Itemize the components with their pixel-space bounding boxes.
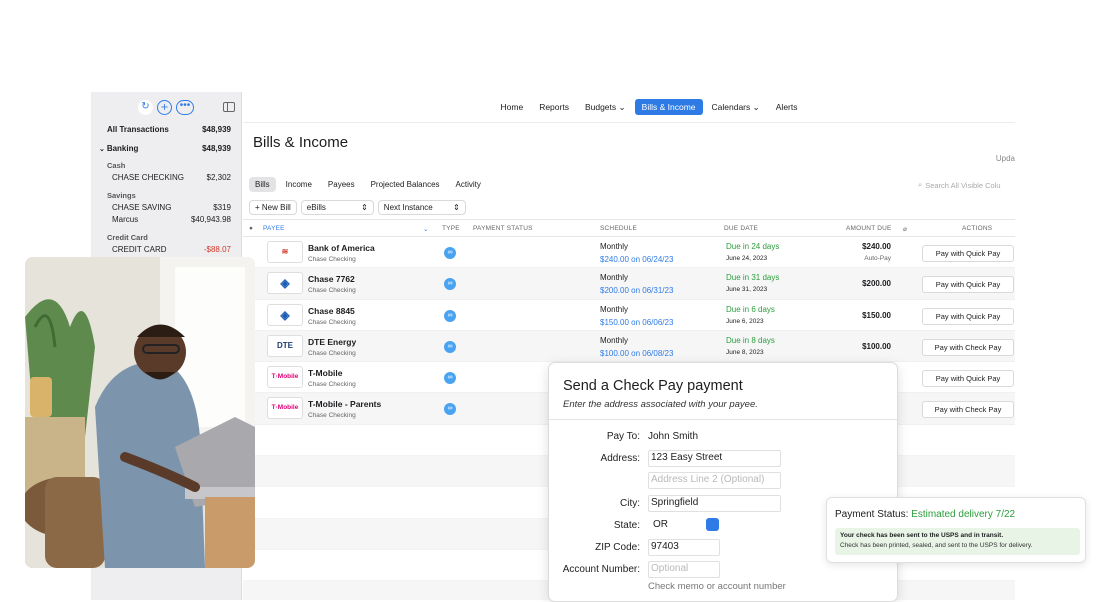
tab-activity[interactable]: Activity (450, 177, 487, 192)
t-mobile-logo: T·Mobile (267, 397, 303, 420)
nav-calendars[interactable]: Calendars ⌄ (705, 99, 767, 116)
top-nav: Home Reports Budgets ⌄ Bills & Income Ca… (243, 92, 1015, 123)
update-text: Upda (995, 154, 1015, 163)
pay-to-value: John Smith (648, 431, 699, 442)
zip-label: ZIP Code: (595, 542, 640, 553)
pay-to-label: Pay To: (606, 431, 640, 442)
sidebar-item-marcus[interactable]: Marcus $40,943.98 (91, 214, 241, 226)
sidebar-item-credit-card[interactable]: CREDIT CARD -$88.07 (91, 244, 241, 256)
address-line2-field[interactable]: Address Line 2 (Optional) (648, 472, 781, 489)
bills-toolbar: + New Bill eBills ⇕ Next Instance ⇕ (249, 200, 466, 215)
nav-reports[interactable]: Reports (532, 99, 576, 115)
address-line1-field[interactable]: 123 Easy Street (648, 450, 781, 467)
person-at-laptop-photo (25, 257, 255, 568)
search-icon: ⌕ (918, 180, 923, 189)
check-pay-dialog: Send a Check Pay payment Enter the addre… (548, 362, 898, 602)
sidebar-item-chase-checking[interactable]: CHASE CHECKING $2,302 (91, 172, 241, 184)
t-mobile-logo: T·Mobile (267, 366, 303, 389)
header-amount-due[interactable]: AMOUNT DUE (846, 225, 892, 232)
chevron-down-icon: ⌄ (423, 226, 429, 233)
state-select-toggle-icon[interactable] (706, 518, 719, 531)
state-label: State: (613, 520, 640, 531)
sidebar-group-cash: Cash (107, 161, 126, 170)
link-icon: ∞ (444, 340, 456, 353)
header-type[interactable]: TYPE (442, 225, 460, 232)
header-actions: ACTIONS (962, 225, 993, 232)
link-icon: ∞ (444, 278, 456, 291)
nav-bills-income[interactable]: Bills & Income (634, 99, 703, 115)
city-field[interactable]: Springfield (648, 495, 781, 512)
paperclip-icon: ⌀ (903, 226, 908, 233)
pay-button[interactable]: Pay with Check Pay (922, 338, 1014, 356)
table-row[interactable]: ◈ Chase 8845 Chase Checking ∞ Monthly $1… (243, 300, 1015, 331)
dialog-title: Send a Check Pay payment (563, 378, 743, 394)
search-input[interactable]: ⌕ Search All Visible Colu (918, 180, 1001, 190)
chase-logo: ◈ (267, 303, 303, 326)
link-icon: ∞ (444, 372, 456, 385)
payment-status-heading: Payment Status: Estimated delivery 7/22 (835, 509, 1016, 520)
header-due-date[interactable]: DUE DATE (724, 225, 758, 232)
payment-status-card: Payment Status: Estimated delivery 7/22 … (826, 497, 1086, 563)
table-header: ● PAYEE ⌄ TYPE PAYMENT STATUS SCHEDULE D… (243, 219, 1015, 237)
account-number-field[interactable]: Optional (648, 561, 720, 578)
sidebar-group-credit-card: Credit Card (107, 233, 148, 242)
pay-button[interactable]: Pay with Quick Pay (922, 307, 1014, 325)
sidebar-item-chase-saving[interactable]: CHASE SAVING $319 (91, 202, 241, 214)
pay-button[interactable]: Pay with Quick Pay (922, 276, 1014, 294)
header-schedule[interactable]: SCHEDULE (600, 225, 637, 232)
tab-payees[interactable]: Payees (322, 177, 361, 192)
ebills-filter-select[interactable]: eBills ⇕ (300, 200, 374, 215)
instance-filter-select[interactable]: Next Instance ⇕ (377, 200, 466, 215)
pay-button[interactable]: Pay with Check Pay (922, 401, 1014, 419)
new-bill-button[interactable]: + New Bill (249, 200, 297, 215)
header-payment-status[interactable]: PAYMENT STATUS (473, 225, 533, 232)
updown-icon: ⇕ (361, 203, 368, 212)
add-icon[interactable]: + (157, 99, 172, 115)
zip-field[interactable]: 97403 (648, 539, 720, 556)
header-payee[interactable]: PAYEE (263, 225, 285, 232)
dte-logo: DTE (267, 334, 303, 357)
link-icon: ∞ (444, 309, 456, 322)
link-icon: ∞ (444, 403, 456, 416)
updown-icon: ⇕ (453, 203, 460, 212)
tab-bills[interactable]: Bills (249, 177, 276, 192)
refresh-icon[interactable]: ↻ (138, 99, 153, 115)
bank-of-america-logo: ≋ (267, 241, 303, 263)
sidebar-toggle-icon[interactable] (223, 102, 235, 112)
nav-alerts[interactable]: Alerts (769, 99, 805, 115)
pay-button[interactable]: Pay with Quick Pay (922, 370, 1014, 388)
chase-logo: ◈ (267, 272, 303, 295)
table-row[interactable]: ◈ Chase 7762 Chase Checking ∞ Monthly $2… (243, 268, 1015, 300)
tab-bar: Bills Income Payees Projected Balances A… (249, 177, 487, 192)
chevron-down-icon: ⌄ (752, 101, 760, 112)
photo-illustration (25, 257, 255, 568)
tab-projected-balances[interactable]: Projected Balances (365, 177, 446, 192)
sidebar-group-savings: Savings (107, 191, 136, 200)
sidebar-toolbar: ↻ + ••• (91, 92, 241, 122)
account-number-label: Account Number: (562, 564, 640, 575)
divider (549, 419, 897, 420)
sidebar-item-banking[interactable]: ⌄ Banking $48,939 (91, 143, 241, 155)
nav-home[interactable]: Home (494, 99, 531, 115)
sidebar-item-all-transactions[interactable]: All Transactions $48,939 (91, 124, 241, 136)
header-bullet: ● (249, 225, 254, 232)
more-icon[interactable]: ••• (176, 99, 194, 115)
nav-budgets[interactable]: Budgets ⌄ (578, 99, 633, 116)
chevron-down-icon: ⌄ (618, 101, 626, 112)
address-label: Address: (600, 453, 640, 464)
status-detail-box: Your check has been sent to the USPS and… (835, 528, 1080, 555)
link-icon: ∞ (444, 247, 456, 259)
chevron-down-icon: ⌄ (99, 146, 107, 153)
page-title: Bills & Income (253, 134, 349, 151)
pay-button[interactable]: Pay with Quick Pay (922, 245, 1014, 262)
table-row[interactable]: DTE DTE Energy Chase Checking ∞ Monthly … (243, 330, 1015, 363)
dialog-subtitle: Enter the address associated with your p… (563, 399, 758, 410)
city-label: City: (620, 498, 640, 509)
tab-income[interactable]: Income (280, 177, 318, 192)
account-number-hint: Check memo or account number (648, 581, 786, 592)
table-row[interactable]: ≋ Bank of America Chase Checking ∞ Month… (243, 237, 1015, 269)
